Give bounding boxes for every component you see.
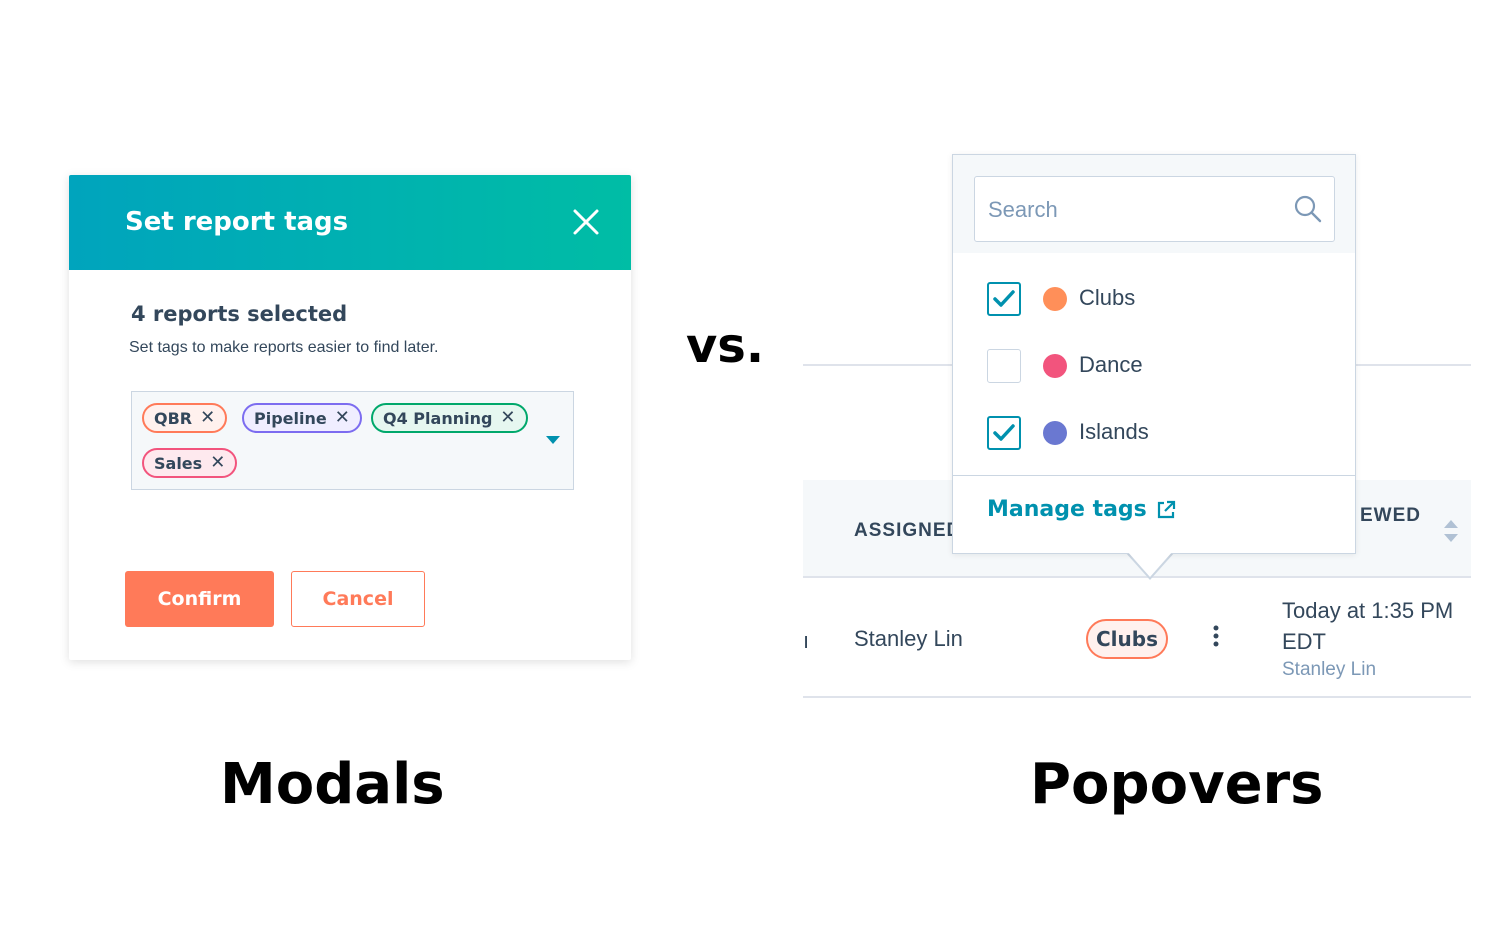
tag-chip-q4-planning: Q4 Planning ✕	[371, 403, 528, 433]
caption-popovers: Popovers	[1030, 752, 1324, 817]
popover-divider	[953, 475, 1355, 476]
color-dot	[1043, 287, 1067, 311]
table-divider	[803, 696, 1471, 698]
color-dot	[1043, 354, 1067, 378]
confirm-button[interactable]: Confirm	[125, 571, 274, 627]
popover-pointer-fill	[1127, 551, 1173, 577]
manage-tags-link[interactable]: Manage tags	[987, 497, 1177, 522]
viewed-time-line2: EDT	[1282, 629, 1326, 654]
sort-icon[interactable]	[1443, 518, 1459, 544]
tag-chip-label: Sales	[154, 453, 203, 473]
truncated-cell-text: ı	[803, 628, 810, 653]
close-icon[interactable]	[572, 208, 600, 236]
checkbox-checked[interactable]	[987, 416, 1021, 450]
option-islands[interactable]: Islands	[987, 416, 1307, 450]
caret-down-icon[interactable]	[546, 436, 560, 444]
tag-chip-sales: Sales ✕	[142, 448, 238, 478]
checkbox-unchecked[interactable]	[987, 349, 1021, 383]
option-label: Islands	[1079, 419, 1149, 444]
search-input[interactable]: Search	[974, 176, 1335, 242]
assignee-cell: Stanley Lin	[854, 626, 963, 651]
caption-modals: Modals	[220, 752, 445, 817]
option-clubs[interactable]: Clubs	[987, 282, 1307, 316]
column-header-viewed[interactable]: EWED	[1360, 505, 1421, 527]
tag-chip-label: Pipeline	[254, 408, 327, 428]
cancel-button[interactable]: Cancel	[291, 571, 425, 627]
tag-chip-qbr: QBR ✕	[142, 403, 228, 433]
more-options-icon[interactable]	[1209, 624, 1223, 650]
modal-header: Set report tags	[69, 175, 631, 270]
color-dot	[1043, 421, 1067, 445]
option-dance[interactable]: Dance	[987, 349, 1307, 383]
search-placeholder: Search	[988, 197, 1058, 222]
tag-chip-pipeline: Pipeline ✕	[242, 403, 362, 433]
remove-tag-icon[interactable]: ✕	[210, 454, 225, 472]
set-report-tags-modal: Set report tags 4 reports selected Set t…	[69, 175, 631, 660]
manage-tags-label: Manage tags	[987, 497, 1147, 522]
help-text: Set tags to make reports easier to find …	[129, 339, 439, 356]
column-header-assigned[interactable]: ASSIGNED	[854, 520, 961, 542]
tag-badge-clubs[interactable]: Clubs	[1086, 619, 1168, 659]
reports-selected-count: 4 reports selected	[131, 302, 348, 326]
remove-tag-icon[interactable]: ✕	[200, 409, 215, 427]
remove-tag-icon[interactable]: ✕	[500, 409, 515, 427]
option-label: Clubs	[1079, 285, 1136, 310]
search-icon	[1294, 195, 1322, 223]
checkbox-checked[interactable]	[987, 282, 1021, 316]
tag-select-field[interactable]: QBR ✕ Pipeline ✕ Q4 Planning ✕ Sales ✕	[131, 391, 574, 490]
tags-popover: Search Clubs Dance Islands Manage tags	[952, 154, 1356, 554]
modal-title: Set report tags	[125, 207, 349, 237]
external-link-icon	[1157, 500, 1175, 518]
viewed-time-line1: Today at 1:35 PM	[1282, 598, 1454, 623]
tag-chip-label: QBR	[154, 408, 193, 428]
option-label: Dance	[1079, 352, 1143, 377]
check-icon	[993, 424, 1015, 441]
check-icon	[993, 290, 1015, 307]
remove-tag-icon[interactable]: ✕	[335, 409, 350, 427]
tag-chip-label: Q4 Planning	[383, 408, 493, 428]
viewed-by: Stanley Lin	[1282, 659, 1377, 680]
vs-separator: vs.	[686, 318, 765, 374]
